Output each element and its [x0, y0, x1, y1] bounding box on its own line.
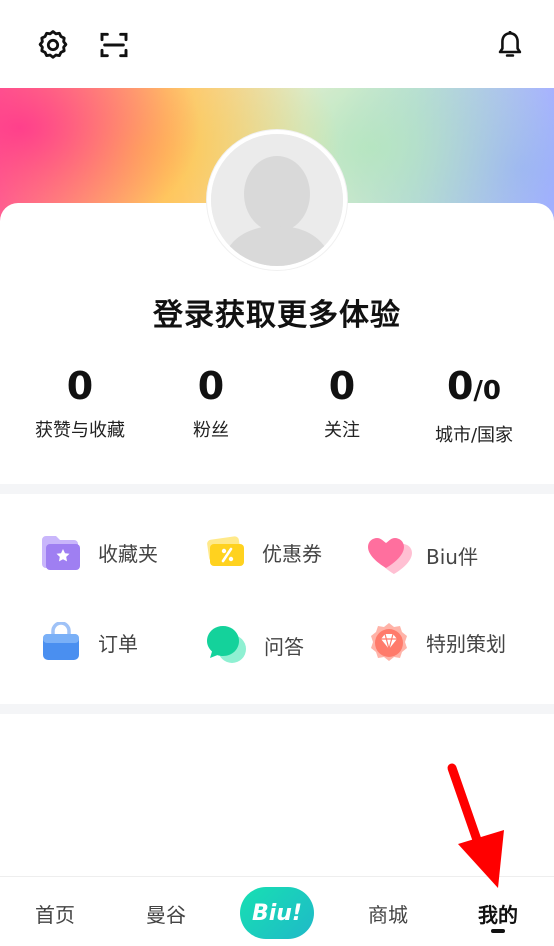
login-prompt[interactable]: 登录获取更多体验: [0, 290, 554, 334]
menu-item-qa[interactable]: 问答: [204, 620, 304, 670]
stat-label: 粉丝: [193, 420, 229, 441]
section-divider: [0, 484, 554, 494]
nav-item-mall[interactable]: 商城: [348, 899, 428, 928]
stat-label: 获赞与收藏: [35, 420, 125, 441]
stat-value-main: 0: [446, 364, 474, 408]
menu-item-label: 特别策划: [426, 631, 506, 656]
stat-likes-collections[interactable]: 0 获赞与收藏: [20, 364, 140, 442]
folder-star-icon: [38, 529, 84, 575]
coupon-icon: [202, 529, 248, 575]
menu-item-coupons[interactable]: 优惠券: [202, 527, 322, 577]
gear-icon[interactable]: [34, 26, 72, 64]
stat-followers[interactable]: 0 粉丝: [151, 364, 271, 442]
top-bar: [0, 0, 554, 88]
avatar[interactable]: [207, 130, 347, 270]
menu-item-label: Biu伴: [426, 544, 478, 569]
menu-item-special-feature[interactable]: 特别策划: [366, 617, 506, 667]
stat-label: 关注: [324, 420, 360, 441]
nav-item-me[interactable]: 我的: [458, 899, 538, 928]
menu-item-favorites[interactable]: 收藏夹: [38, 527, 158, 577]
stat-label: 城市/国家: [434, 425, 514, 446]
scan-icon[interactable]: [94, 26, 134, 64]
active-tab-indicator: [491, 929, 505, 933]
chat-bubble-icon: [204, 622, 250, 668]
bell-icon[interactable]: [492, 26, 528, 64]
stat-value: 0: [328, 364, 356, 408]
stat-value: 0: [66, 364, 94, 408]
gem-badge-icon: [366, 619, 412, 665]
stat-value: 0/0: [414, 364, 534, 413]
menu-item-label: 收藏夹: [98, 541, 158, 566]
stat-value: 0: [197, 364, 225, 408]
section-divider: [0, 704, 554, 714]
menu-item-label: 优惠券: [262, 541, 322, 566]
menu-item-biu-partner[interactable]: Biu伴: [366, 530, 478, 580]
menu-item-label: 订单: [98, 631, 138, 656]
menu-item-orders[interactable]: 订单: [38, 617, 138, 667]
stat-value-suffix: /0: [473, 376, 502, 406]
nav-item-home[interactable]: 首页: [15, 899, 95, 928]
bag-icon: [38, 619, 84, 665]
stat-following[interactable]: 0 关注: [282, 364, 402, 442]
biu-center-button[interactable]: Biu!: [240, 887, 314, 939]
annotation-arrow: [440, 760, 520, 900]
stat-cities-countries[interactable]: 0/0 城市/国家: [414, 364, 534, 447]
nav-item-bangkok[interactable]: 曼谷: [126, 899, 206, 928]
hearts-icon: [366, 532, 412, 578]
menu-item-label: 问答: [264, 634, 304, 659]
feature-menu: 收藏夹 优惠券 Biu伴 订单 问答 特别策划: [0, 494, 554, 704]
